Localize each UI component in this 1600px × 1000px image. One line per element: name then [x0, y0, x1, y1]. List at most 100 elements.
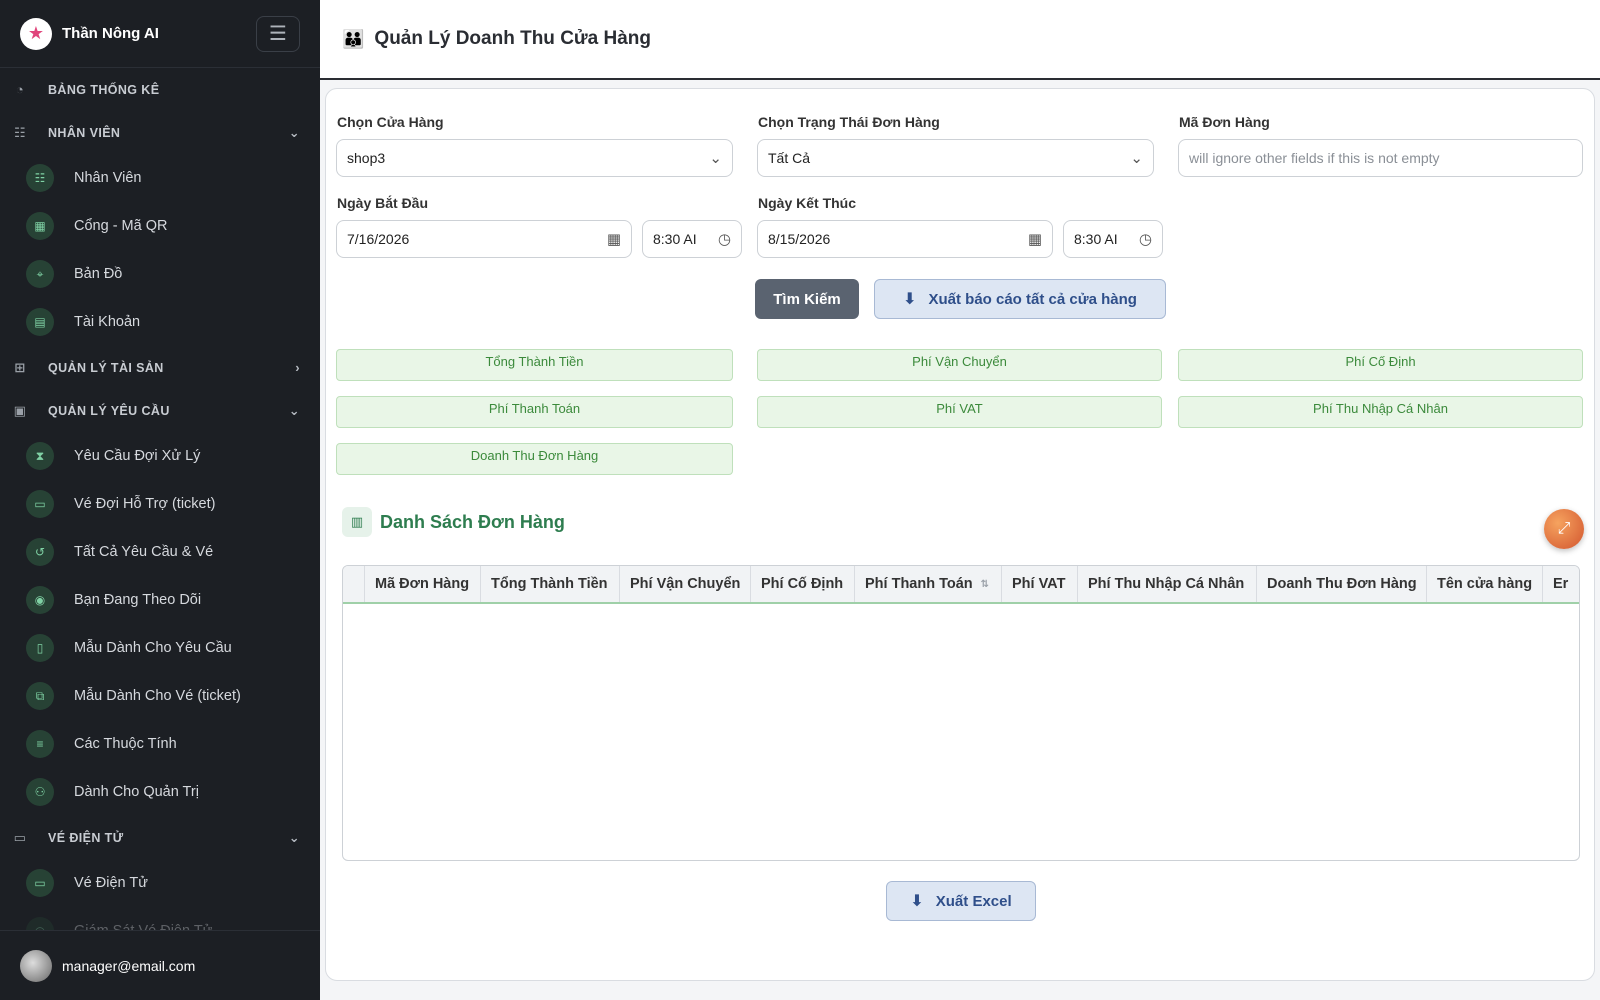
expand-icon: ⤢: [1557, 520, 1571, 537]
sidebar-item-8[interactable]: ⧗ Yêu Cầu Đợi Xử Lý: [0, 432, 320, 480]
clock-icon[interactable]: ◷: [718, 230, 731, 248]
clock-icon[interactable]: ◷: [1139, 230, 1152, 248]
dashboard-icon: ◔: [15, 82, 25, 97]
start-date-input[interactable]: 7/16/2026 ▦: [336, 220, 632, 258]
column-header[interactable]: Tổng Thành Tiền: [481, 566, 620, 602]
orders-heading: ▥ Danh Sách Đơn Hàng: [342, 507, 565, 537]
sidebar-item-4[interactable]: ⌖ Bản Đồ: [0, 250, 320, 298]
column-header[interactable]: Phí Cố Định: [751, 566, 855, 602]
sidebar-label: Yêu Cầu Đợi Xử Lý: [74, 448, 201, 464]
chevron-right-icon[interactable]: ›: [295, 360, 300, 375]
user-profile[interactable]: manager@email.com: [0, 930, 320, 1000]
clipboard-icon: ▣: [13, 402, 27, 418]
sidebar-item-13[interactable]: ⧉ Mẫu Dành Cho Vé (ticket): [0, 672, 320, 720]
calendar-icon[interactable]: ▦: [607, 230, 621, 248]
summary-total: Tổng Thành Tiền: [336, 349, 733, 381]
sidebar-label: Vé Đợi Hỗ Trợ (ticket): [74, 496, 216, 512]
end-date-input[interactable]: 8/15/2026 ▦: [757, 220, 1053, 258]
column-header-label: Doanh Thu Đơn Hàng: [1267, 576, 1417, 592]
sidebar-label: QUẢN LÝ YÊU CẦU: [48, 403, 170, 418]
sort-icon[interactable]: ⇅: [981, 579, 989, 590]
column-header[interactable]: Doanh Thu Đơn Hàng: [1257, 566, 1427, 602]
export-all-stores-button[interactable]: ⬇ Xuất báo cáo tất cả cửa hàng: [874, 279, 1166, 319]
users-icon: ☷: [26, 164, 54, 192]
order-id-placeholder: will ignore other fields if this is not …: [1189, 150, 1440, 166]
select-column: [343, 566, 365, 602]
column-header-label: Tổng Thành Tiền: [491, 576, 608, 592]
export-excel-button[interactable]: ⬇ Xuất Excel: [886, 881, 1036, 921]
store-select-value: shop3: [347, 150, 386, 166]
column-header[interactable]: Er: [1543, 566, 1579, 602]
store-label: Chọn Cửa Hàng: [337, 114, 444, 130]
column-header[interactable]: Phí Thanh Toán ⇅: [855, 566, 1002, 602]
sidebar-item-14[interactable]: ≡ Các Thuộc Tính: [0, 720, 320, 768]
status-select[interactable]: Tất Cả ⌄: [757, 139, 1154, 177]
search-button[interactable]: Tìm Kiếm: [755, 279, 859, 319]
users-icon: ☷: [13, 124, 27, 140]
menu-toggle-button[interactable]: ☰: [256, 15, 300, 52]
start-time-value: 8:30 AI: [653, 231, 697, 247]
sidebar-label: Bạn Đang Theo Dõi: [74, 592, 202, 608]
column-header-label: Er: [1553, 576, 1569, 592]
chevron-down-icon: ⌄: [1130, 150, 1143, 167]
start-time-input[interactable]: 8:30 AI ◷: [642, 220, 742, 258]
sidebar-label: Giám Sát Vé Điện Tử: [74, 923, 212, 930]
sidebar-item-15[interactable]: ⚇ Dành Cho Quản Trị: [0, 768, 320, 816]
sidebar-item-10[interactable]: ↺ Tất Cả Yêu Cầu & Vé: [0, 528, 320, 576]
column-header[interactable]: Phí Vận Chuyển: [620, 566, 751, 602]
sidebar-nav: ◔ BẢNG THỐNG KÊ ☷ NHÂN VIÊN ⌄ ☷ Nhân Viên ▦ Cổng…: [0, 68, 320, 930]
column-header[interactable]: Tên cửa hàng: [1427, 566, 1543, 602]
id-card-icon: ▤: [26, 308, 54, 336]
table-header: Mã Đơn Hàng Tổng Thành Tiền Phí Vận Chuyển…: [343, 566, 1579, 604]
file-icon: ▯: [26, 634, 54, 662]
order-id-input[interactable]: will ignore other fields if this is not …: [1178, 139, 1583, 177]
export-excel-label: Xuất Excel: [935, 892, 1012, 910]
column-header-label: Phí VAT: [1012, 576, 1066, 592]
expand-button[interactable]: ⤢: [1544, 509, 1584, 549]
sidebar-item-17[interactable]: ▭ Vé Điện Tử: [0, 859, 320, 907]
sidebar-item-3[interactable]: ▦ Cổng - Mã QR: [0, 202, 320, 250]
end-time-input[interactable]: 8:30 AI ◷: [1063, 220, 1163, 258]
calendar-icon[interactable]: ▦: [1028, 230, 1042, 248]
avatar: [20, 949, 52, 982]
sidebar-item-2[interactable]: ☷ Nhân Viên: [0, 154, 320, 202]
column-header[interactable]: Phí Thu Nhập Cá Nhân: [1078, 566, 1257, 602]
page-title: Quản Lý Doanh Thu Cửa Hàng: [374, 28, 652, 49]
chevron-down-icon[interactable]: ⌄: [289, 403, 300, 419]
summary-payment: Phí Thanh Toán: [336, 396, 733, 428]
sidebar-label: BẢNG THỐNG KÊ: [48, 82, 160, 97]
sidebar-label: Vé Điện Tử: [74, 875, 148, 891]
column-header-label: Tên cửa hàng: [1437, 576, 1533, 592]
sidebar-item-5[interactable]: ▤ Tài Khoản: [0, 298, 320, 346]
sidebar-label: NHÂN VIÊN: [48, 125, 121, 140]
hourglass-icon: ⧗: [26, 442, 54, 470]
sidebar-section-0[interactable]: ◔ BẢNG THỐNG KÊ: [0, 68, 320, 111]
sidebar-label: Mẫu Dành Cho Vé (ticket): [74, 688, 241, 704]
column-header-label: Phí Thu Nhập Cá Nhân: [1088, 576, 1245, 592]
sidebar-item-9[interactable]: ▭ Vé Đợi Hỗ Trợ (ticket): [0, 480, 320, 528]
sidebar-item-11[interactable]: ◉ Bạn Đang Theo Dõi: [0, 576, 320, 624]
store-select[interactable]: shop3 ⌄: [336, 139, 733, 177]
column-header-label: Phí Cố Định: [761, 576, 844, 592]
sidebar-label: Cổng - Mã QR: [74, 218, 168, 234]
chevron-down-icon: ⌄: [709, 150, 722, 167]
sidebar-item-18[interactable]: ◎ Giám Sát Vé Điện Tử: [0, 907, 320, 930]
chevron-down-icon[interactable]: ⌄: [289, 830, 300, 846]
app-name: Thần Nông AI: [62, 25, 159, 42]
sidebar-section-1[interactable]: ☷ NHÂN VIÊN ⌄: [0, 111, 320, 154]
chevron-down-icon[interactable]: ⌄: [289, 125, 300, 141]
sidebar: ★ Thần Nông AI ☰ ◔ BẢNG THỐNG KÊ ☷ NHÂN VIÊ…: [0, 0, 320, 1000]
column-header-label: Phí Vận Chuyển: [630, 576, 741, 592]
sidebar-section-6[interactable]: ⊞ QUẢN LÝ TÀI SẢN ›: [0, 346, 320, 389]
map-icon: ⌖: [26, 260, 54, 288]
start-date-value: 7/16/2026: [347, 231, 410, 247]
qr-code-icon: ▦: [26, 212, 54, 240]
column-header[interactable]: Mã Đơn Hàng: [365, 566, 481, 602]
summary-vat: Phí VAT: [757, 396, 1162, 428]
sidebar-label: Mẫu Dành Cho Yêu Cầu: [74, 640, 232, 656]
column-header[interactable]: Phí VAT: [1002, 566, 1078, 602]
sidebar-section-7[interactable]: ▣ QUẢN LÝ YÊU CẦU ⌄: [0, 389, 320, 432]
summary-pit: Phí Thu Nhập Cá Nhân: [1178, 396, 1583, 428]
sidebar-section-16[interactable]: ▭ VÉ ĐIỆN TỬ ⌄: [0, 816, 320, 859]
sidebar-item-12[interactable]: ▯ Mẫu Dành Cho Yêu Cầu: [0, 624, 320, 672]
